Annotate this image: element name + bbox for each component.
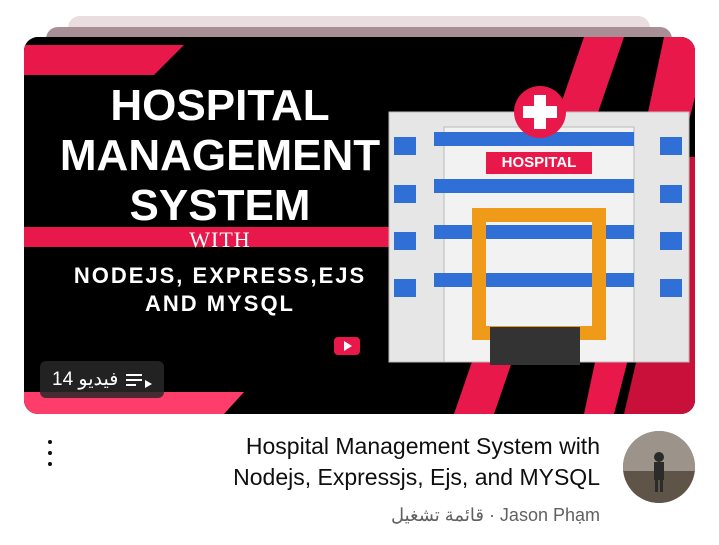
thumb-title-line2: MANAGEMENT	[59, 131, 381, 180]
video-title-line1: Hospital Management System with	[245, 433, 600, 459]
hospital-sign-text: HOSPITAL	[501, 154, 577, 171]
video-count-label: 14 فيديو	[52, 369, 119, 390]
more-options-dot	[48, 462, 52, 466]
playlist-thumbnail[interactable]: HOSPITAL MANAGEMENT SYSTEM WITH NODEJS, …	[24, 37, 695, 414]
playlist-subtitle[interactable]: قائمة تشغيل · Jason Phạm	[391, 505, 600, 526]
video-title-line2: Nodejs, Expressjs, Ejs, and MYSQL	[233, 464, 600, 490]
thumb-title-line1: HOSPITAL	[110, 81, 330, 130]
thumb-title-line4: WITH	[189, 227, 251, 252]
avatar-image	[623, 431, 695, 503]
channel-avatar[interactable]	[623, 431, 695, 503]
video-count-badge: 14 فيديو	[40, 361, 165, 398]
more-options-icon	[48, 440, 52, 444]
thumb-title-line6: AND MYSQL	[145, 291, 295, 316]
thumb-title-line3: SYSTEM	[129, 181, 311, 230]
video-title[interactable]: Hospital Management System with Nodejs, …	[130, 431, 600, 493]
thumb-title-line5: NODEJS, EXPRESS,EJS	[73, 263, 367, 288]
more-options-dot	[48, 451, 52, 455]
playlist-icon	[126, 373, 153, 388]
more-options-button[interactable]	[40, 438, 60, 468]
